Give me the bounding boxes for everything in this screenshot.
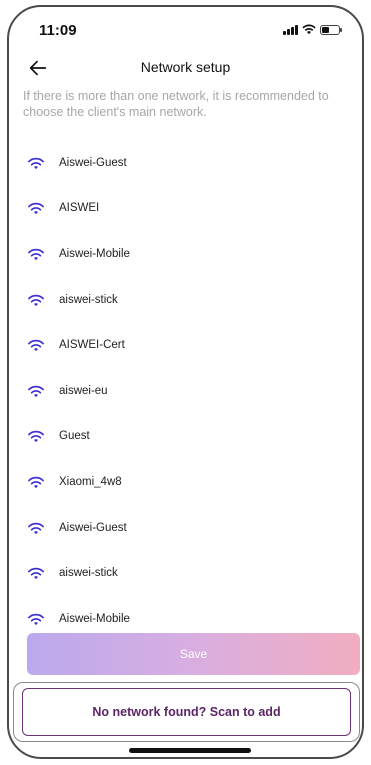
network-name: Aiswei-Mobile [59,612,130,625]
network-item[interactable]: Guest [9,414,362,460]
network-list: Aiswei-Guest AISWEI Aiswei-Mobile aiswei-st… [9,140,362,642]
wifi-icon [28,157,44,169]
scan-highlight: No network found? Scan to add [13,682,360,742]
network-item[interactable]: Aiswei-Guest [9,505,362,551]
network-name: Aiswei-Mobile [59,247,130,260]
wifi-icon [28,248,44,261]
network-item[interactable]: Aiswei-Mobile [9,231,362,277]
page-title: Network setup [140,59,231,75]
status-bar: 11:09 [9,7,362,53]
hint-text: If there is more than one network, it is… [23,89,329,119]
network-name: aiswei-stick [59,567,118,580]
wifi-icon [28,567,44,580]
network-item[interactable]: aiswei-stick [9,550,362,596]
network-name: Aiswei-Guest [59,156,127,169]
network-name: Xiaomi_4w8 [59,475,122,488]
wifi-icon [28,385,44,397]
battery-icon [320,24,342,35]
network-name: Aiswei-Guest [59,521,127,534]
home-indicator [129,748,251,753]
network-name: aiswei-stick [59,293,118,306]
wifi-icon [28,203,44,215]
network-item[interactable]: aiswei-eu [9,368,362,414]
network-name: AISWEI-Cert [59,339,125,352]
status-time: 11:09 [39,22,77,39]
header: Network setup [9,57,362,83]
wifi-icon [28,522,44,534]
wifi-icon [28,613,44,625]
network-name: Guest [59,430,90,443]
network-item[interactable]: aiswei-stick [9,277,362,323]
wifi-icon [28,476,44,489]
wifi-status-icon [302,24,316,35]
status-icons [283,24,342,35]
network-item[interactable]: Xiaomi_4w8 [9,459,362,505]
wifi-icon [28,431,44,443]
network-item[interactable]: AISWEI-Cert [9,322,362,368]
network-name: aiswei-eu [59,384,108,397]
signal-icon [283,24,298,35]
wifi-icon [28,294,44,306]
network-item[interactable]: Aiswei-Guest [9,140,362,186]
network-item[interactable]: AISWEI [9,186,362,232]
phone-frame: 11:09 Network setup If there is more tha… [7,5,364,759]
scan-to-add-button[interactable]: No network found? Scan to add [22,688,351,736]
save-button[interactable]: Save [27,633,360,675]
network-name: AISWEI [59,202,100,215]
wifi-icon [28,339,44,352]
